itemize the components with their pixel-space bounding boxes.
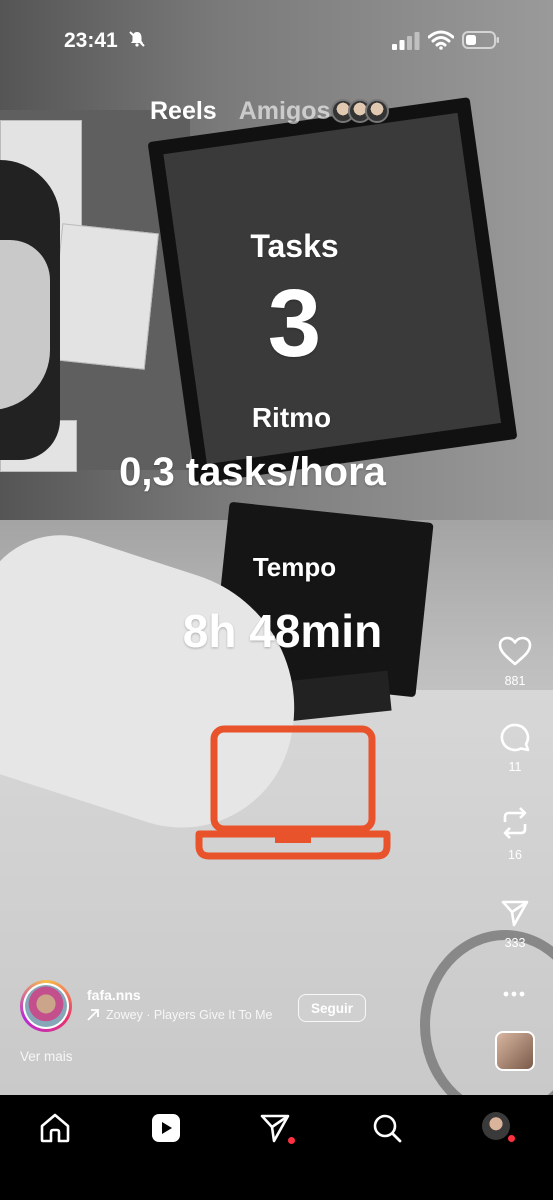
feed-tabs: Reels Amigos [150, 95, 390, 127]
bottom-nav [0, 1095, 553, 1200]
tab-friends[interactable]: Amigos [239, 97, 331, 126]
notification-dot [508, 1135, 515, 1142]
reel-video[interactable]: Tasks 3 Ritmo 0,3 tasks/hora Tempo 8h 48… [0, 0, 553, 1095]
friend-avatar [365, 99, 390, 123]
arrow-up-right-icon [87, 1009, 99, 1021]
audio-track[interactable]: Zowey · Players Give It To Me [86, 1008, 273, 1022]
time-label: Tempo [252, 552, 337, 582]
author-avatar[interactable] [20, 980, 72, 1032]
rhythm-value: 0,3 tasks/hora [119, 450, 386, 494]
comment-button[interactable]: 11 [494, 722, 536, 774]
repost-count: 16 [508, 848, 522, 862]
tasks-label: Tasks [250, 228, 339, 264]
see-more-link[interactable]: Ver mais [20, 1049, 73, 1064]
home-icon[interactable] [38, 1111, 72, 1145]
tasks-value: 3 [267, 270, 322, 377]
repost-icon [503, 807, 527, 839]
battery-icon [462, 31, 499, 49]
status-bar: 23:41 [0, 0, 553, 82]
tab-reels[interactable]: Reels [150, 97, 217, 126]
comment-count: 11 [508, 760, 522, 774]
audio-track-label: Zowey · Players Give It To Me [106, 1008, 273, 1022]
follow-button[interactable]: Seguir [298, 994, 366, 1022]
like-count: 881 [504, 674, 526, 688]
friends-avatars[interactable] [331, 99, 390, 123]
comment-icon [500, 723, 530, 752]
notification-dot [288, 1137, 295, 1144]
signal-icon [392, 32, 420, 50]
heart-icon [498, 636, 532, 666]
time-value: 8h 48min [182, 605, 383, 657]
author-username[interactable]: fafa.nns [87, 987, 141, 1003]
status-time: 23:41 [64, 29, 118, 52]
reels-icon[interactable] [149, 1111, 183, 1145]
like-button[interactable]: 881 [494, 636, 536, 688]
more-options-icon[interactable] [503, 990, 525, 998]
silent-bell-icon [129, 31, 145, 47]
laptop-icon [195, 725, 391, 860]
share-button[interactable]: 333 [494, 898, 536, 950]
rhythm-label: Ritmo [251, 402, 332, 433]
share-count: 333 [504, 936, 526, 950]
send-icon [501, 900, 529, 927]
search-icon[interactable] [370, 1111, 404, 1145]
wifi-icon [428, 30, 454, 50]
direct-messages-icon[interactable] [258, 1111, 292, 1145]
audio-thumbnail[interactable] [495, 1031, 535, 1071]
repost-button[interactable]: 16 [494, 806, 536, 862]
profile-avatar[interactable] [482, 1112, 510, 1140]
